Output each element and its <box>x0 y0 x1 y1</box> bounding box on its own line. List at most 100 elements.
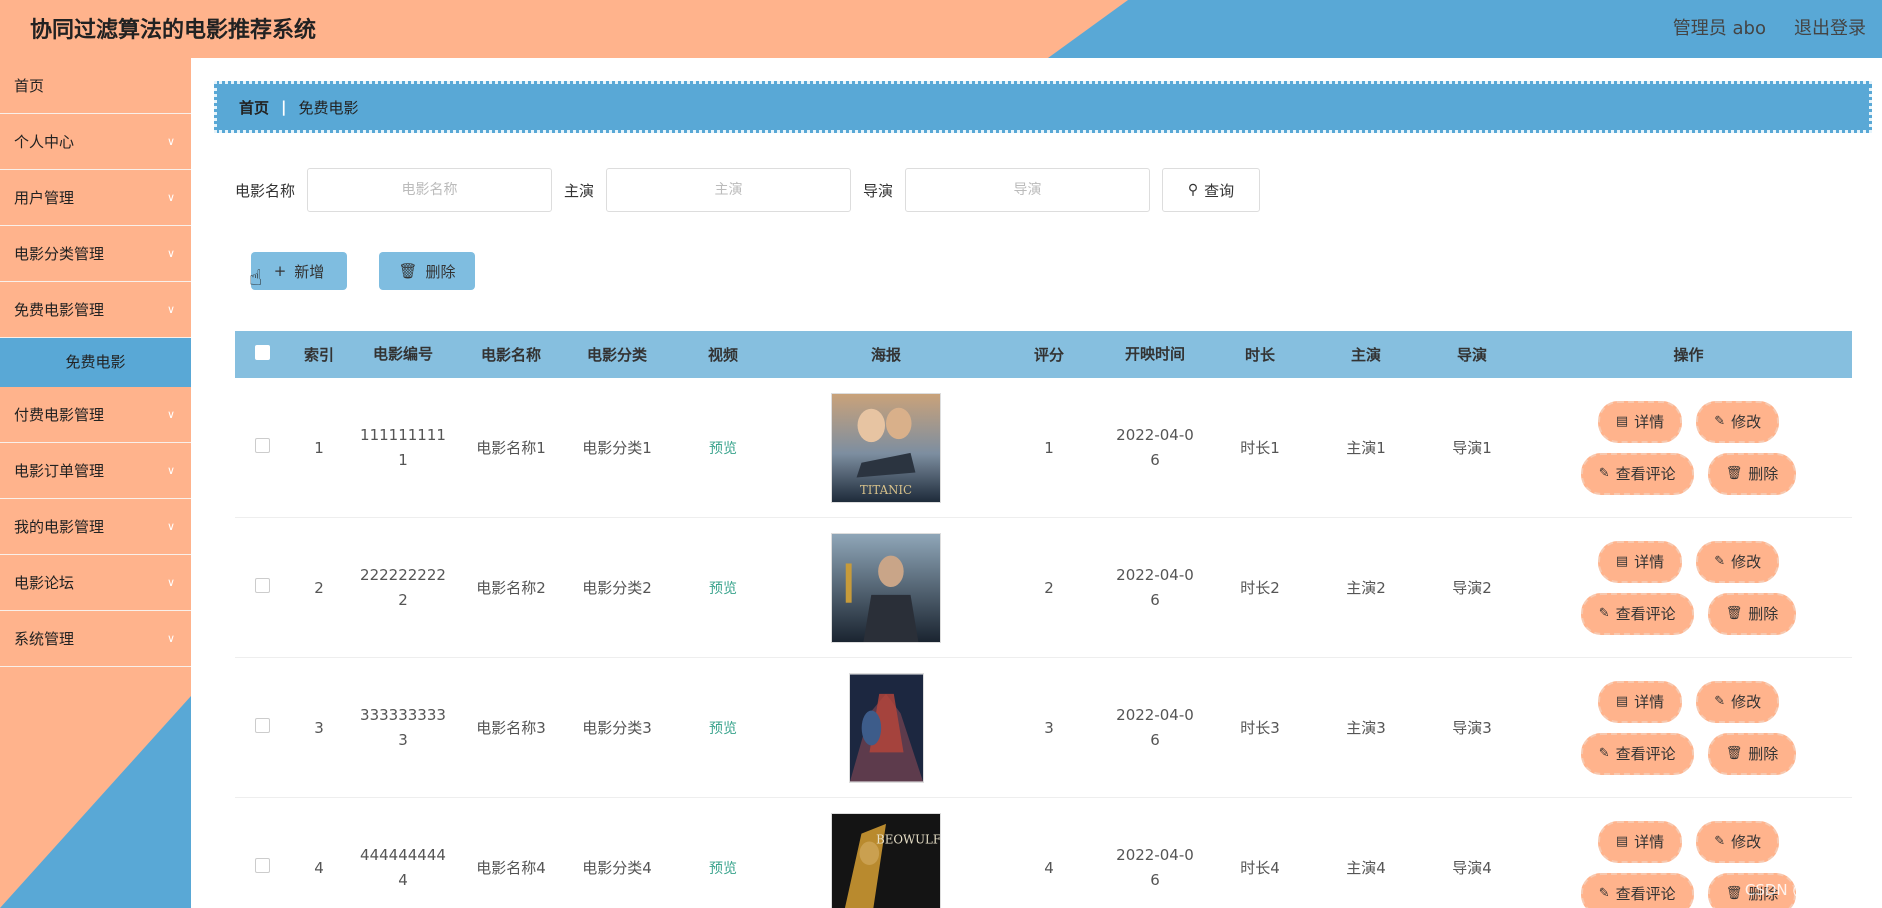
delete-button[interactable]: 🗑 删除 <box>1707 732 1797 775</box>
trash-icon: 🗑 <box>398 262 418 280</box>
logout-link[interactable]: 退出登录 <box>1794 14 1866 40</box>
cell-code-line: 3 <box>398 730 408 749</box>
add-button[interactable]: + 新增 <box>251 252 347 290</box>
row-checkbox-cell <box>235 858 289 877</box>
cell-index: 1 <box>314 438 324 457</box>
view-comments-button[interactable]: ✎ 查看评论 <box>1580 592 1694 635</box>
cell-date-line: 2022-04-0 <box>1116 565 1194 584</box>
watermark: CSDN @IT狂编师 <box>1744 881 1866 899</box>
sidebar-item-home[interactable]: 首页 <box>0 58 191 114</box>
detail-button[interactable]: ▤ 详情 <box>1597 820 1683 863</box>
edit-button[interactable]: ✎ 修改 <box>1696 400 1780 443</box>
cell-poster <box>777 532 995 643</box>
edit-label: 修改 <box>1731 693 1762 711</box>
select-all-checkbox[interactable] <box>254 345 270 360</box>
cell-operations: ▤ 详情 ✎ 修改 ✎ 查看评论 🗑 删除 <box>1525 680 1852 775</box>
sidebar-item-free-movie-management[interactable]: 免费电影管理 ∨ <box>0 282 191 338</box>
sidebar-subitem-free-movies[interactable]: 免费电影 <box>0 338 191 387</box>
row-checkbox[interactable] <box>254 438 270 453</box>
cell-poster: TITANIC <box>777 392 995 503</box>
movie-poster[interactable] <box>831 532 941 643</box>
cell-video: 预览 <box>669 578 777 598</box>
delete-button[interactable]: 🗑 删除 <box>1707 452 1797 495</box>
cell-score: 2 <box>1044 578 1054 597</box>
row-checkbox-cell <box>235 718 289 737</box>
trash-icon: 🗑 <box>1725 746 1743 761</box>
row-checkbox[interactable] <box>254 858 270 873</box>
cell-video: 预览 <box>669 858 777 878</box>
director-input[interactable] <box>905 168 1151 212</box>
view-comments-button[interactable]: ✎ 查看评论 <box>1580 732 1694 775</box>
query-button[interactable]: ⚲ 查询 <box>1162 168 1261 212</box>
cell-code-line: 111111111 <box>360 425 446 444</box>
sidebar-item-paid-movie-management[interactable]: 付费电影管理 ∨ <box>0 387 191 443</box>
delete-button[interactable]: 🗑 删除 <box>1707 592 1797 635</box>
cell-code: 222222222 2 <box>349 563 457 613</box>
sidebar-item-order-management[interactable]: 电影订单管理 ∨ <box>0 443 191 499</box>
table-row: 2 222222222 2 电影名称2 电影分类2 预览 2 2022-04-0 6… <box>235 518 1852 658</box>
table-row: 4 444444444 4 电影名称4 电影分类4 预览 BEOWULF 4 20… <box>235 798 1852 908</box>
video-preview-link[interactable]: 预览 <box>709 721 737 737</box>
detail-label: 详情 <box>1634 693 1665 711</box>
edit-button[interactable]: ✎ 修改 <box>1696 540 1780 583</box>
cell-category: 电影分类2 <box>582 579 652 597</box>
view-comments-button[interactable]: ✎ 查看评论 <box>1580 452 1694 495</box>
table-header: 索引 电影编号 电影名称 电影分类 视频 海报 评分 开映时间 时长 主演 导演… <box>235 331 1852 378</box>
sidebar-item-personal-center[interactable]: 个人中心 ∨ <box>0 114 191 170</box>
detail-button[interactable]: ▤ 详情 <box>1597 540 1683 583</box>
pencil-icon: ✎ <box>1598 466 1610 481</box>
pencil-icon: ✎ <box>1714 694 1726 709</box>
view-comments-button[interactable]: ✎ 查看评论 <box>1580 872 1694 908</box>
cell-date: 2022-04-0 6 <box>1103 563 1207 613</box>
col-header-category: 电影分类 <box>586 346 647 364</box>
sidebar-item-forum[interactable]: 电影论坛 ∨ <box>0 555 191 611</box>
batch-delete-button[interactable]: 🗑 删除 <box>379 252 475 290</box>
video-preview-link[interactable]: 预览 <box>709 861 737 877</box>
detail-button[interactable]: ▤ 详情 <box>1597 400 1683 443</box>
cell-date: 2022-04-0 6 <box>1103 423 1207 473</box>
cell-video: 预览 <box>669 718 777 738</box>
cell-duration: 时长2 <box>1240 579 1280 597</box>
sidebar-item-label: 用户管理 <box>14 189 75 207</box>
movie-name-input[interactable] <box>307 168 553 212</box>
video-preview-link[interactable]: 预览 <box>709 441 737 457</box>
actor-input[interactable] <box>606 168 852 212</box>
movie-poster[interactable]: TITANIC <box>831 392 941 503</box>
sidebar-item-system-management[interactable]: 系统管理 ∨ <box>0 611 191 667</box>
operation-buttons: ▤ 详情 ✎ 修改 ✎ 查看评论 🗑 删除 <box>1525 400 1852 495</box>
document-icon: ▤ <box>1615 834 1629 849</box>
row-checkbox[interactable] <box>254 718 270 733</box>
cell-code-line: 222222222 <box>360 565 446 584</box>
cell-code-line: 444444444 <box>360 845 446 864</box>
breadcrumb-home[interactable]: 首页 <box>239 97 269 118</box>
cell-actor: 主演2 <box>1346 579 1386 597</box>
action-bar: + 新增 🗑 删除 <box>235 252 475 290</box>
sidebar-item-user-management[interactable]: 用户管理 ∨ <box>0 170 191 226</box>
view-comments-label: 查看评论 <box>1615 605 1676 623</box>
cell-index: 2 <box>314 578 324 597</box>
movie-poster[interactable]: BEOWULF <box>831 812 941 908</box>
sidebar-item-my-movies[interactable]: 我的电影管理 ∨ <box>0 499 191 555</box>
top-header: 协同过滤算法的电影推荐系统 管理员 abo 退出登录 <box>0 0 1882 58</box>
edit-button[interactable]: ✎ 修改 <box>1696 680 1780 723</box>
chevron-down-icon: ∨ <box>166 408 175 421</box>
edit-button[interactable]: ✎ 修改 <box>1696 820 1780 863</box>
add-button-label: 新增 <box>294 262 325 281</box>
video-preview-link[interactable]: 预览 <box>709 581 737 597</box>
breadcrumb: 首页 | 免费电影 <box>214 81 1872 133</box>
sidebar-item-label: 我的电影管理 <box>14 518 105 536</box>
sidebar-item-label: 个人中心 <box>14 133 75 151</box>
sidebar-item-category-management[interactable]: 电影分类管理 ∨ <box>0 226 191 282</box>
detail-button[interactable]: ▤ 详情 <box>1597 680 1683 723</box>
cell-director: 导演2 <box>1452 579 1492 597</box>
row-checkbox[interactable] <box>254 578 270 593</box>
col-header-date: 开映时间 <box>1124 345 1185 363</box>
movie-poster[interactable] <box>848 672 924 783</box>
document-icon: ▤ <box>1615 554 1629 569</box>
plus-icon: + <box>273 262 287 280</box>
delete-label: 删除 <box>1748 745 1779 763</box>
cell-director: 导演1 <box>1452 439 1492 457</box>
view-comments-label: 查看评论 <box>1615 745 1676 763</box>
cell-code: 111111111 1 <box>349 423 457 473</box>
sidebar-item-label: 付费电影管理 <box>14 406 105 424</box>
